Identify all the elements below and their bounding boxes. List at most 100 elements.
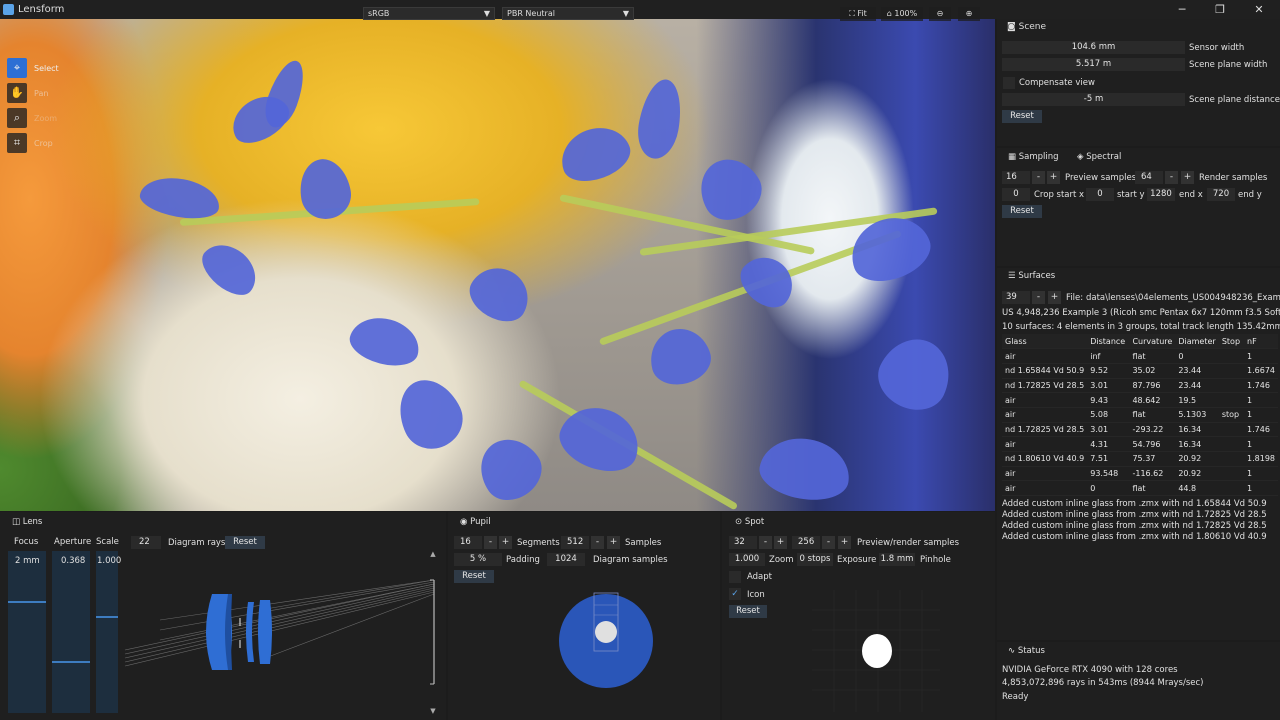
render-samples-decrement[interactable]: - [1165, 171, 1178, 184]
zoom-100-button[interactable]: ⌂ 100% [881, 7, 923, 21]
compensate-view-checkbox[interactable] [1003, 77, 1015, 89]
render-viewport[interactable] [0, 19, 995, 511]
spot-zoom-field[interactable]: 1.000 [729, 553, 765, 566]
color-space-select[interactable]: sRGB ▼ [363, 7, 495, 20]
select-tool-button[interactable]: ⌖ [7, 58, 27, 78]
table-cell [1218, 480, 1244, 497]
table-row[interactable]: air inf flat 0 1 [1002, 348, 1278, 364]
scene-reset-button[interactable]: Reset [1002, 110, 1042, 123]
table-row[interactable]: nd 1.72825 Vd 28.5 3.01 87.796 23.44 1.746 [1002, 378, 1278, 394]
exposure-field[interactable]: 0 stops [797, 553, 833, 566]
tonemap-value: PBR Neutral [507, 9, 555, 18]
end-y-field[interactable]: 720 [1207, 188, 1235, 201]
padding-label: Padding [506, 555, 540, 565]
pan-tool-button[interactable]: ✋ [7, 83, 27, 103]
fit-button[interactable]: ⛶ Fit [840, 7, 876, 21]
crop-start-x-field[interactable]: 0 [1002, 188, 1030, 201]
spot-reset-button[interactable]: Reset [729, 605, 767, 618]
maximize-button[interactable]: ❐ [1200, 0, 1240, 19]
table-row[interactable]: air 0 flat 44.8 1 [1002, 480, 1278, 497]
samples-field[interactable]: 512 [561, 536, 589, 549]
preview-samples-field[interactable]: 16 [1002, 171, 1030, 184]
lens-index-increment[interactable]: + [1048, 291, 1061, 304]
table-cell: nd 1.72825 Vd 28.5 [1002, 378, 1088, 394]
scroll-up-icon[interactable]: ▲ [430, 550, 436, 558]
aperture-slider[interactable] [52, 551, 90, 713]
samples-decrement[interactable]: - [591, 536, 604, 549]
checkmark-icon: ✓ [731, 589, 739, 599]
column-header: Distance [1087, 334, 1130, 350]
table-cell: 9.52 [1087, 363, 1130, 379]
table-row[interactable]: air 4.31 54.796 16.34 1 [1002, 436, 1278, 452]
table-cell [1218, 363, 1244, 379]
padding-field[interactable]: 5 % [454, 553, 502, 566]
zoom-in-button[interactable]: ⊕ [958, 7, 980, 21]
icon-checkbox[interactable]: ✓ [729, 588, 741, 600]
table-cell: 35.02 [1129, 363, 1176, 379]
scale-slider-handle[interactable] [96, 616, 118, 618]
table-row[interactable]: nd 1.65844 Vd 50.9 9.52 35.02 23.44 1.6674 [1002, 363, 1278, 379]
start-y-field[interactable]: 0 [1086, 188, 1114, 201]
focus-slider[interactable] [8, 551, 46, 713]
sensor-width-field[interactable]: 104.6 mm [1002, 41, 1185, 54]
table-row[interactable]: air 93.548 -116.62 20.92 1 [1002, 466, 1278, 482]
diagram-samples-field[interactable]: 1024 [547, 553, 585, 566]
table-row[interactable]: nd 1.72825 Vd 28.5 3.01 -293.22 16.34 1.746 [1002, 422, 1278, 438]
zoom-in-icon: ⊕ [965, 9, 973, 18]
end-x-field[interactable]: 1280 [1147, 188, 1175, 201]
start-y-label: start y [1117, 190, 1145, 200]
color-space-value: sRGB [368, 9, 390, 18]
segments-decrement[interactable]: - [484, 536, 497, 549]
tonemap-select[interactable]: PBR Neutral ▼ [502, 7, 634, 20]
spot-render-increment[interactable]: + [838, 536, 851, 549]
spot-render-samples-field[interactable]: 256 [792, 536, 820, 549]
tab-sampling[interactable]: ▦ Sampling [1008, 152, 1059, 162]
adapt-checkbox[interactable] [729, 571, 741, 583]
preview-samples-increment[interactable]: + [1047, 171, 1060, 184]
segments-field[interactable]: 16 [454, 536, 482, 549]
sampling-reset-button[interactable]: Reset [1002, 205, 1042, 218]
table-cell: 1 [1244, 436, 1278, 452]
scene-plane-distance-field[interactable]: -5 m [1002, 93, 1185, 106]
table-row[interactable]: air 5.08 flat 5.1303 stop 1 [1002, 407, 1278, 423]
diagram-rays-field[interactable]: 22 [131, 536, 161, 549]
spot-preview-decrement[interactable]: - [759, 536, 772, 549]
scroll-down-icon[interactable]: ▼ [430, 707, 436, 715]
spot-preview-increment[interactable]: + [774, 536, 787, 549]
crop-tool-label: Crop [34, 139, 53, 148]
crop-tool-button[interactable]: ⌗ [7, 133, 27, 153]
close-button[interactable]: ✕ [1239, 0, 1279, 19]
aperture-slider-handle[interactable] [52, 661, 90, 663]
zoom-out-button[interactable]: ⊖ [929, 7, 951, 21]
segments-increment[interactable]: + [499, 536, 512, 549]
render-samples-field[interactable]: 64 [1135, 171, 1163, 184]
focus-slider-handle[interactable] [8, 601, 46, 603]
segments-label: Segments [517, 538, 560, 548]
scale-slider[interactable] [96, 551, 118, 713]
lens-index-field[interactable]: 39 [1002, 291, 1030, 304]
table-cell: air [1002, 436, 1088, 452]
samples-increment[interactable]: + [607, 536, 620, 549]
table-cell: 23.44 [1175, 378, 1219, 394]
file-path[interactable]: data\lenses\04elements_US004948236_Examp… [1086, 293, 1280, 303]
pupil-reset-button[interactable]: Reset [454, 570, 494, 583]
scene-plane-width-field[interactable]: 5.517 m [1002, 58, 1185, 71]
preview-samples-decrement[interactable]: - [1032, 171, 1045, 184]
render-samples-increment[interactable]: + [1181, 171, 1194, 184]
lens-index-decrement[interactable]: - [1032, 291, 1045, 304]
scene-plane-distance-label: Scene plane distance [1189, 95, 1280, 105]
lens-reset-button[interactable]: Reset [225, 536, 265, 549]
pan-tool-label: Pan [34, 89, 49, 98]
table-cell: 1.8198 [1244, 451, 1278, 467]
table-header-row: Glass Distance Curvature Diameter Stop n… [1002, 334, 1278, 350]
zoom-tool-button[interactable]: ⌕ [7, 108, 27, 128]
spot-render-decrement[interactable]: - [822, 536, 835, 549]
table-row[interactable]: air 9.43 48.642 19.5 1 [1002, 392, 1278, 408]
table-row[interactable]: nd 1.80610 Vd 40.9 7.51 75.37 20.92 1.8198 [1002, 451, 1278, 467]
tab-spectral[interactable]: ◈ Spectral [1077, 152, 1121, 162]
minimize-button[interactable]: ─ [1162, 0, 1202, 19]
spot-preview-samples-field[interactable]: 32 [729, 536, 757, 549]
pinhole-field[interactable]: 1.8 mm [879, 553, 915, 566]
focus-value: 2 mm [15, 556, 40, 566]
home-icon: ⌂ [886, 9, 892, 18]
